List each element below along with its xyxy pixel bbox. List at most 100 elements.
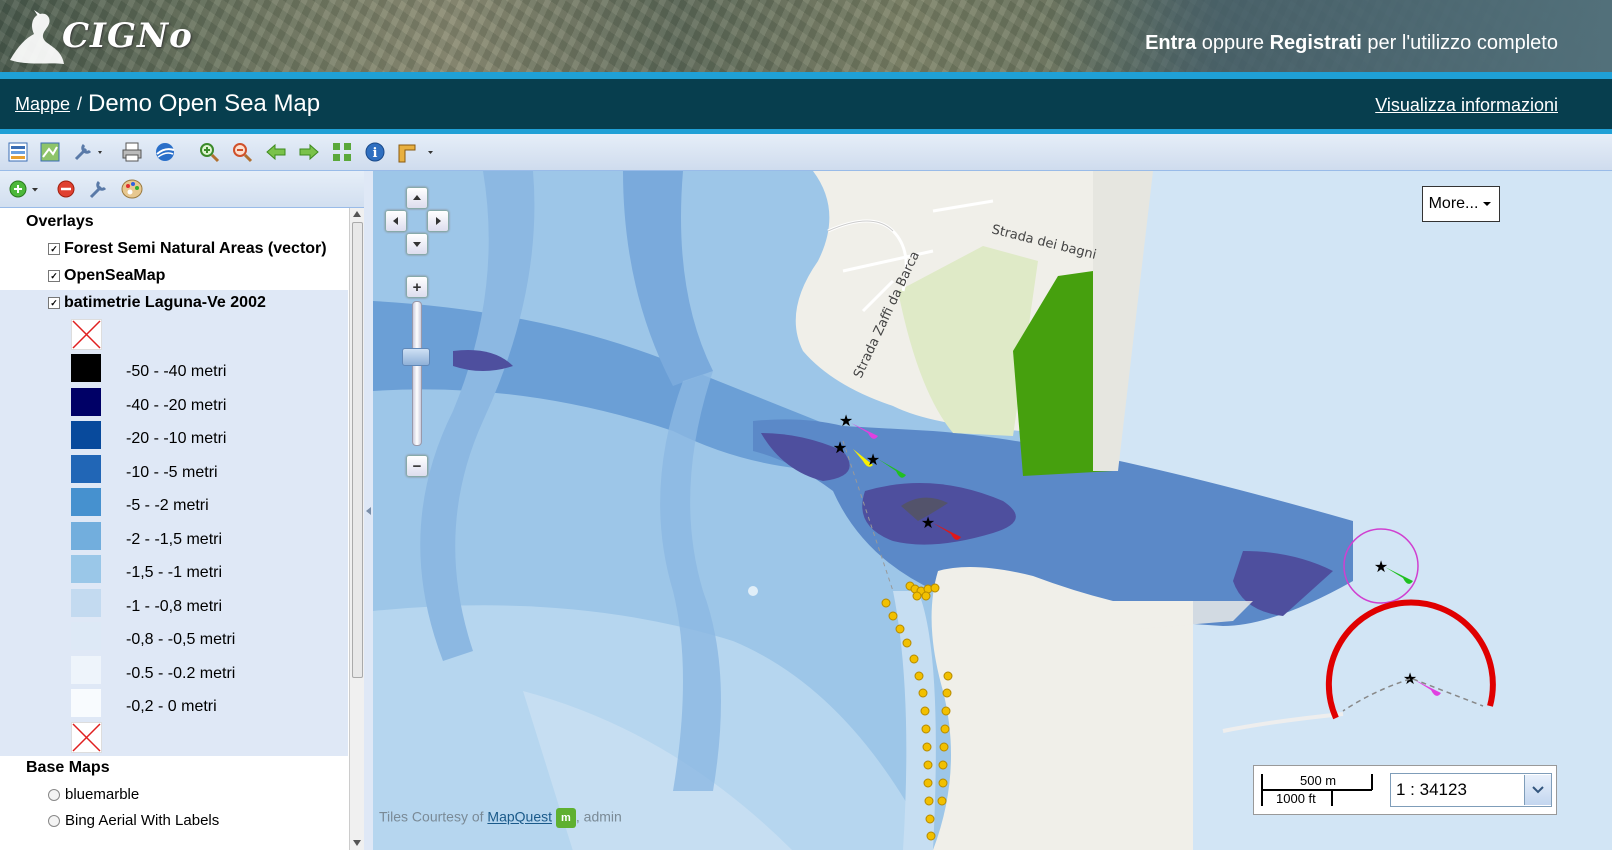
map-publish-icon[interactable]	[38, 140, 62, 164]
collapse-arrow-icon[interactable]	[365, 506, 372, 516]
zoom-slider-track[interactable]	[412, 301, 422, 446]
remove-layer-icon[interactable]	[56, 179, 76, 202]
zoom-out-button[interactable]: −	[406, 455, 428, 477]
basemaps-folder[interactable]: Base Maps	[26, 759, 110, 777]
breadcrumb-mappe-link[interactable]: Mappe	[15, 94, 70, 115]
legend-swatch-4	[71, 488, 101, 516]
overlays-folder[interactable]: Overlays	[26, 213, 94, 231]
pan-right-button[interactable]	[427, 210, 449, 232]
svg-text:★: ★	[1374, 557, 1388, 576]
scrollbar-thumb[interactable]	[352, 222, 363, 678]
overlay-openseamap-item[interactable]: ✓ OpenSeaMap	[48, 267, 165, 285]
legend-label-1: -40 - -20 metri	[126, 397, 227, 414]
scale-meters-label: 500 m	[1300, 773, 1337, 788]
basemap-bluemarble-radio[interactable]	[48, 788, 60, 801]
overlay-forest-checkbox[interactable]: ✓	[48, 243, 60, 255]
legend-swatch-3	[71, 455, 101, 483]
style-palette-icon[interactable]	[121, 178, 143, 203]
legend-swatch-0	[71, 354, 101, 382]
map-canvas[interactable]: Strada dei bagni Strada Zaffi da Barca ★…	[373, 171, 1612, 850]
show-info-link[interactable]: Visualizza informazioni	[1375, 95, 1558, 116]
svg-text:i: i	[373, 146, 378, 161]
chevron-down-icon	[1483, 202, 1492, 206]
legend-swatch-2	[71, 421, 101, 449]
attribution-prefix: Tiles Courtesy of	[379, 808, 484, 825]
mapquest-link[interactable]: MapQuest	[487, 809, 552, 825]
legend-swatch-6	[71, 555, 101, 583]
basemap-bing-item[interactable]: Bing Aerial With Labels	[48, 812, 219, 829]
svg-text:★: ★	[921, 513, 935, 532]
measure-dropdown-icon[interactable]	[396, 140, 440, 164]
legend-swatch-7	[71, 589, 101, 617]
overlay-batimetrie-checkbox[interactable]: ✓	[48, 297, 60, 309]
legend-selected-bg	[0, 290, 348, 756]
map-viewport[interactable]: Strada dei bagni Strada Zaffi da Barca ★…	[373, 171, 1612, 850]
header-divider	[0, 72, 1612, 79]
breadcrumb-separator: /	[77, 94, 83, 114]
tools-dropdown-icon[interactable]	[72, 140, 106, 164]
legend-label-0: -50 - -40 metri	[126, 363, 227, 380]
scale-select-value: 1 : 34123	[1396, 780, 1467, 799]
zoom-in-icon[interactable]	[197, 140, 221, 164]
overlay-forest-label: Forest Semi Natural Areas (vector)	[64, 240, 327, 257]
auth-line: Entra oppure Registrati per l'utilizzo c…	[1145, 32, 1558, 55]
layer-tree-scrollbar[interactable]	[349, 208, 364, 850]
layer-panel-toolbar	[0, 171, 364, 208]
legend-label-7: -1 - -0,8 metri	[126, 598, 223, 615]
basemap-bluemarble-label: bluemarble	[65, 786, 140, 803]
legend-swatch-10	[71, 689, 101, 717]
mapquest-logo-icon: m	[555, 808, 576, 828]
header-banner: CIGNo Entra oppure Registrati per l'util…	[0, 0, 1612, 72]
title-bar: Mappe / Demo Open Sea Map Visualizza inf…	[0, 79, 1612, 129]
attribution-suffix: , admin	[575, 808, 622, 825]
svg-text:★: ★	[1403, 669, 1417, 688]
forward-arrow-icon[interactable]	[297, 140, 321, 164]
pan-down-button[interactable]	[406, 233, 428, 255]
legend-swatch-5	[71, 522, 101, 550]
legend-label-3: -10 - -5 metri	[126, 464, 218, 481]
no-data-legend-icon	[71, 722, 102, 753]
add-layer-icon[interactable]	[8, 179, 42, 202]
chevron-down-icon[interactable]	[1524, 775, 1551, 805]
scale-control: 500 m 1000 ft 1 : 34123	[1253, 765, 1557, 815]
google-earth-icon[interactable]	[153, 140, 177, 164]
auth-or: oppure	[1201, 32, 1265, 54]
no-data-legend-icon	[71, 319, 102, 350]
legend-swatch-1	[71, 388, 101, 416]
scroll-up-icon[interactable]	[352, 209, 362, 219]
overlay-openseamap-checkbox[interactable]: ✓	[48, 270, 60, 282]
layer-tree: Overlays ✓ Forest Semi Natural Areas (ve…	[0, 208, 348, 850]
more-button-label: More...	[1428, 195, 1479, 212]
legend-label-10: -0,2 - 0 metri	[126, 698, 217, 715]
pan-left-button[interactable]	[385, 210, 407, 232]
pan-up-button[interactable]	[406, 187, 428, 209]
legend-label-8: -0,8 - -0,5 metri	[126, 631, 236, 648]
overlay-batimetrie-item[interactable]: ✓ batimetrie Laguna-Ve 2002	[48, 294, 266, 312]
page-title: Demo Open Sea Map	[88, 90, 321, 117]
overlay-forest-item[interactable]: ✓ Forest Semi Natural Areas (vector)	[48, 240, 327, 258]
more-layers-button[interactable]: More...	[1422, 186, 1500, 222]
zoom-extent-icon[interactable]	[330, 140, 354, 164]
register-link[interactable]: Registrati	[1270, 32, 1362, 54]
back-arrow-icon[interactable]	[264, 140, 288, 164]
legend-label-2: -20 - -10 metri	[126, 430, 227, 447]
scroll-down-icon[interactable]	[352, 838, 362, 848]
print-icon[interactable]	[120, 140, 144, 164]
basemap-bluemarble-item[interactable]: bluemarble	[48, 786, 139, 803]
zoom-out-icon[interactable]	[230, 140, 254, 164]
legend-label-5: -2 - -1,5 metri	[126, 531, 223, 548]
info-icon[interactable]: i	[363, 140, 387, 164]
layer-properties-icon[interactable]	[6, 140, 30, 164]
svg-text:★: ★	[833, 438, 847, 457]
basemap-bing-radio[interactable]	[48, 814, 60, 827]
legend-label-6: -1,5 - -1 metri	[126, 564, 223, 581]
scale-select[interactable]: 1 : 34123	[1390, 773, 1552, 807]
legend-label-9: -0.5 - -0.2 metri	[126, 665, 236, 682]
zoom-in-button[interactable]: +	[406, 276, 428, 298]
basemap-bing-label: Bing Aerial With Labels	[65, 812, 220, 829]
login-link[interactable]: Entra	[1145, 32, 1196, 54]
overlay-openseamap-label: OpenSeaMap	[64, 267, 166, 284]
zoom-slider-handle[interactable]	[402, 348, 430, 366]
legend-swatch-9	[71, 656, 101, 684]
layer-properties-icon[interactable]	[88, 179, 110, 202]
